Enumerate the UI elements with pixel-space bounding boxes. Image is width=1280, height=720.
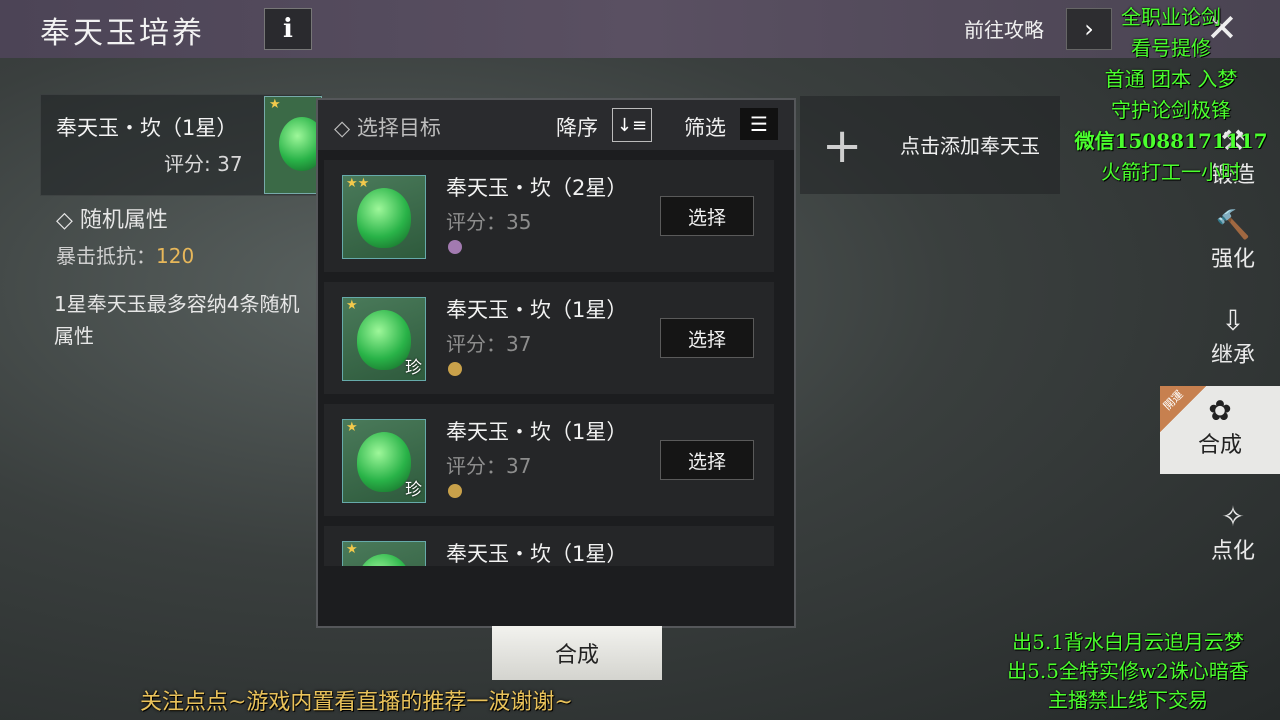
side-item-label: 继承 bbox=[1210, 343, 1255, 368]
gem-name: 奉天玉・坎（1星） bbox=[446, 298, 628, 322]
lucky-badge: 開運 bbox=[1160, 386, 1206, 432]
gem-thumbnail[interactable]: ★★ bbox=[342, 175, 426, 259]
list-item: ★ 奉天玉・坎（1星） bbox=[324, 526, 774, 566]
select-target-popup: ◇ 选择目标 降序 ↓≡ 筛选 ☰ ★★ 奉天玉・坎（2星） 评分：35 选择 … bbox=[316, 98, 796, 628]
quality-dot bbox=[448, 484, 462, 498]
rare-tag: 珍 bbox=[405, 480, 422, 500]
gem-score: 评分：37 bbox=[446, 454, 532, 478]
overlay-line: 出5.1背水白月云追月云梦 bbox=[1012, 630, 1244, 654]
jade-gem-icon bbox=[357, 310, 411, 370]
overlay-line: 全职业论剑 bbox=[1121, 5, 1221, 29]
star-icon: ★ bbox=[346, 542, 358, 557]
info-button[interactable]: i bbox=[264, 8, 312, 50]
attr-value: 120 bbox=[156, 244, 195, 268]
star-icon: ★ bbox=[346, 420, 358, 435]
list-item: ★ 珍 奉天玉・坎（1星） 评分：37 选择 bbox=[324, 282, 774, 394]
popup-header: ◇ 选择目标 降序 ↓≡ 筛选 ☰ bbox=[318, 100, 794, 150]
side-item-combine[interactable]: 開運 ✿ 合成 bbox=[1160, 386, 1280, 474]
gem-thumbnail[interactable]: ★ bbox=[342, 541, 426, 566]
star-icon: ★★ bbox=[346, 176, 370, 191]
inherit-icon: ⇩ bbox=[1221, 304, 1245, 337]
stream-overlay-bottom-right: 出5.1背水白月云追月云梦 出5.5全特实修w2诛心暗香 主播禁止线下交易 bbox=[976, 628, 1280, 715]
side-item-label: 合成 bbox=[1197, 433, 1242, 458]
attr-name: 暴击抵抗： bbox=[56, 244, 156, 268]
select-button[interactable]: 选择 bbox=[660, 318, 754, 358]
quality-dot bbox=[448, 362, 462, 376]
overlay-line: 主播禁止线下交易 bbox=[1048, 688, 1208, 712]
overlay-line: 看号提修 bbox=[1131, 36, 1211, 60]
star-icon: ★ bbox=[269, 97, 281, 112]
random-attr-title: ◇ 随机属性 bbox=[56, 208, 168, 233]
combine-button[interactable]: 合成 bbox=[492, 626, 662, 680]
overlay-line: 微信15088171117 bbox=[1074, 129, 1268, 153]
quality-dot bbox=[448, 240, 462, 254]
side-item-enhance[interactable]: 🔨 强化 bbox=[1186, 200, 1280, 288]
gem-name: 奉天玉・坎（1星） bbox=[446, 542, 628, 566]
current-gem-icon[interactable]: ★ bbox=[264, 96, 322, 194]
select-button[interactable]: 选择 bbox=[660, 440, 754, 480]
refine-icon: ✧ bbox=[1221, 500, 1245, 533]
sort-label[interactable]: 降序 bbox=[556, 112, 598, 142]
jade-gem-icon bbox=[357, 188, 411, 248]
gem-thumbnail[interactable]: ★ 珍 bbox=[342, 419, 426, 503]
jade-gem-icon bbox=[357, 554, 411, 566]
sort-desc-icon[interactable]: ↓≡ bbox=[612, 108, 652, 142]
current-gem-name: 奉天玉・坎（1星） bbox=[56, 116, 238, 140]
side-item-label: 强化 bbox=[1210, 247, 1255, 272]
rare-tag: 珍 bbox=[405, 358, 422, 378]
gem-score: 评分：35 bbox=[446, 210, 532, 234]
attr-line: 暴击抵抗：120 bbox=[56, 240, 194, 269]
gem-name: 奉天玉・坎（1星） bbox=[446, 420, 628, 444]
side-item-inherit[interactable]: ⇩ 继承 bbox=[1186, 296, 1280, 384]
stream-overlay-top-right: 全职业论剑 看号提修 首通 团本 入梦 守护论剑极锋 微信15088171117… bbox=[1062, 2, 1280, 188]
overlay-line: 守护论剑极锋 bbox=[1111, 98, 1231, 122]
jade-gem-icon bbox=[357, 432, 411, 492]
list-item: ★ 珍 奉天玉・坎（1星） 评分：37 选择 bbox=[324, 404, 774, 516]
overlay-line: 出5.5全特实修w2诛心暗香 bbox=[1007, 659, 1249, 683]
star-icon: ★ bbox=[346, 298, 358, 313]
overlay-line: 首通 团本 入梦 bbox=[1104, 67, 1238, 91]
guide-link-label[interactable]: 前往攻略 bbox=[964, 14, 1044, 43]
hammer-icon: 🔨 bbox=[1215, 208, 1251, 241]
attr-note: 1星奉天玉最多容纳4条随机属性 bbox=[54, 292, 300, 348]
side-item-label: 点化 bbox=[1210, 539, 1255, 564]
gem-score: 评分：37 bbox=[446, 332, 532, 356]
side-item-refine[interactable]: ✧ 点化 bbox=[1186, 492, 1280, 580]
gem-thumbnail[interactable]: ★ 珍 bbox=[342, 297, 426, 381]
add-gem-text[interactable]: 点击添加奉天玉 bbox=[900, 130, 1040, 159]
page-title: 奉天玉培养 bbox=[40, 16, 205, 51]
filter-list-icon[interactable]: ☰ bbox=[740, 108, 778, 140]
gem-name: 奉天玉・坎（2星） bbox=[446, 176, 628, 200]
list-item: ★★ 奉天玉・坎（2星） 评分：35 选择 bbox=[324, 160, 774, 272]
gem-list[interactable]: ★★ 奉天玉・坎（2星） 评分：35 选择 ★ 珍 奉天玉・坎（1星） 评分：3… bbox=[324, 160, 784, 566]
plus-icon[interactable]: + bbox=[822, 118, 862, 174]
current-gem-score: 评分: 37 bbox=[164, 152, 243, 176]
stream-overlay-bottom: 关注点点~游戏内置看直播的推荐一波谢谢~ bbox=[140, 690, 573, 715]
select-button[interactable]: 选择 bbox=[660, 196, 754, 236]
overlay-line: 火箭打工一小时 bbox=[1101, 160, 1241, 184]
popup-title: ◇ 选择目标 bbox=[334, 116, 441, 140]
filter-label[interactable]: 筛选 bbox=[684, 112, 726, 142]
